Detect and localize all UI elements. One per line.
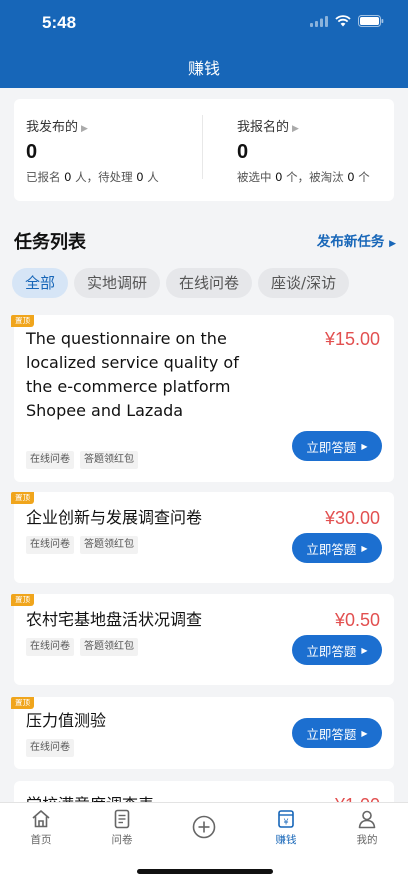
filter-all[interactable]: 全部	[12, 268, 69, 298]
task-title: 压力值测验	[26, 711, 107, 730]
summary-divider	[202, 115, 203, 179]
task-tag: 在线问卷	[26, 739, 74, 757]
task-card[interactable]: 置顶 The questionnaire on the localized se…	[11, 315, 394, 482]
task-card[interactable]: 置顶 企业创新与发展调查问卷 在线问卷 答题领红包 ¥30.00 立即答题 ▶	[11, 492, 394, 583]
task-title: The questionnaire on the localized servi…	[26, 329, 239, 420]
svg-text:¥: ¥	[283, 818, 288, 827]
triangle-right-icon: ▶	[361, 728, 368, 738]
tab-publish[interactable]	[174, 815, 234, 842]
task-tag: 在线问卷	[26, 536, 74, 554]
signal-icon	[310, 15, 328, 27]
status-time: 5:48	[42, 13, 77, 32]
battery-icon	[358, 15, 384, 27]
filter-tabs: 全部 实地调研 在线问卷 座谈/深访	[12, 268, 408, 300]
tab-survey[interactable]: 问卷	[92, 809, 152, 847]
answer-now-button[interactable]: 立即答题 ▶	[292, 431, 382, 461]
answer-now-button[interactable]: 立即答题 ▶	[292, 635, 382, 665]
task-price: ¥30.00	[324, 508, 380, 528]
task-tags: 在线问卷 答题领红包	[26, 451, 138, 469]
published-summary[interactable]: 我发布的 ▶ 0 已报名 0 人，待处理 0 人	[26, 99, 206, 201]
task-tags: 在线问卷 答题领红包	[26, 638, 138, 656]
enrolled-label: 我报名的 ▶	[237, 120, 299, 135]
task-tags: 在线问卷 答题领红包	[26, 536, 138, 554]
task-tag: 答题领红包	[80, 536, 138, 554]
filter-interview[interactable]: 座谈/深访	[258, 268, 350, 298]
enrolled-detail: 被选中 0 个，被淘汰 0 个	[237, 170, 370, 184]
task-price: ¥0.50	[334, 610, 380, 630]
publish-task-link[interactable]: 发布新任务 ▶	[317, 230, 396, 250]
status-bar: 5:48	[0, 0, 408, 44]
task-card[interactable]: 置顶 压力值测验 在线问卷 立即答题 ▶	[11, 697, 394, 769]
tab-earn[interactable]: ¥ 赚钱	[256, 809, 316, 847]
status-icons	[310, 15, 384, 27]
task-price: ¥15.00	[324, 329, 380, 349]
task-tag: 答题领红包	[80, 451, 138, 469]
wallet-icon: ¥	[256, 809, 316, 829]
task-tags: 在线问卷	[26, 739, 74, 757]
task-tag: 答题领红包	[80, 638, 138, 656]
task-list-title: 任务列表	[14, 232, 86, 253]
page-title: 赚钱	[187, 59, 220, 78]
triangle-right-icon: ▶	[361, 543, 368, 553]
chevron-right-icon: ▶	[292, 124, 299, 134]
pinned-badge: 置顶	[11, 315, 34, 327]
user-icon	[337, 809, 397, 829]
task-title: 农村宅基地盘活状况调查	[26, 610, 203, 629]
task-card[interactable]: 置顶 农村宅基地盘活状况调查 在线问卷 答题领红包 ¥0.50 立即答题 ▶	[11, 594, 394, 685]
plus-circle-icon	[174, 815, 234, 839]
task-tag: 在线问卷	[26, 638, 74, 656]
wifi-icon	[335, 15, 351, 27]
triangle-right-icon: ▶	[361, 441, 368, 451]
enrolled-summary[interactable]: 我报名的 ▶ 0 被选中 0 个，被淘汰 0 个	[237, 99, 397, 201]
pinned-badge: 置顶	[11, 594, 34, 606]
answer-now-button[interactable]: 立即答题 ▶	[292, 533, 382, 563]
summary-card: 我发布的 ▶ 0 已报名 0 人，待处理 0 人 我报名的 ▶ 0 被选中 0 个，…	[14, 99, 394, 201]
task-tag: 在线问卷	[26, 451, 74, 469]
home-indicator	[137, 869, 273, 874]
enrolled-count: 0	[237, 141, 249, 163]
published-detail: 已报名 0 人，待处理 0 人	[26, 170, 159, 184]
tab-home[interactable]: 首页	[11, 809, 71, 847]
document-icon	[92, 809, 152, 829]
tab-profile[interactable]: 我的	[337, 809, 397, 847]
chevron-right-icon: ▶	[81, 124, 88, 134]
triangle-right-icon: ▶	[361, 645, 368, 655]
filter-field-research[interactable]: 实地调研	[74, 268, 161, 298]
published-label: 我发布的 ▶	[26, 120, 88, 135]
answer-now-button[interactable]: 立即答题 ▶	[292, 718, 382, 748]
filter-online-survey[interactable]: 在线问卷	[166, 268, 253, 298]
task-title: 企业创新与发展调查问卷	[26, 508, 203, 527]
pinned-badge: 置顶	[11, 697, 34, 709]
chevron-right-icon: ▶	[389, 239, 396, 249]
pinned-badge: 置顶	[11, 492, 34, 504]
home-icon	[11, 809, 71, 829]
top-bar: 5:48 赚钱	[0, 0, 408, 88]
published-count: 0	[26, 141, 38, 163]
